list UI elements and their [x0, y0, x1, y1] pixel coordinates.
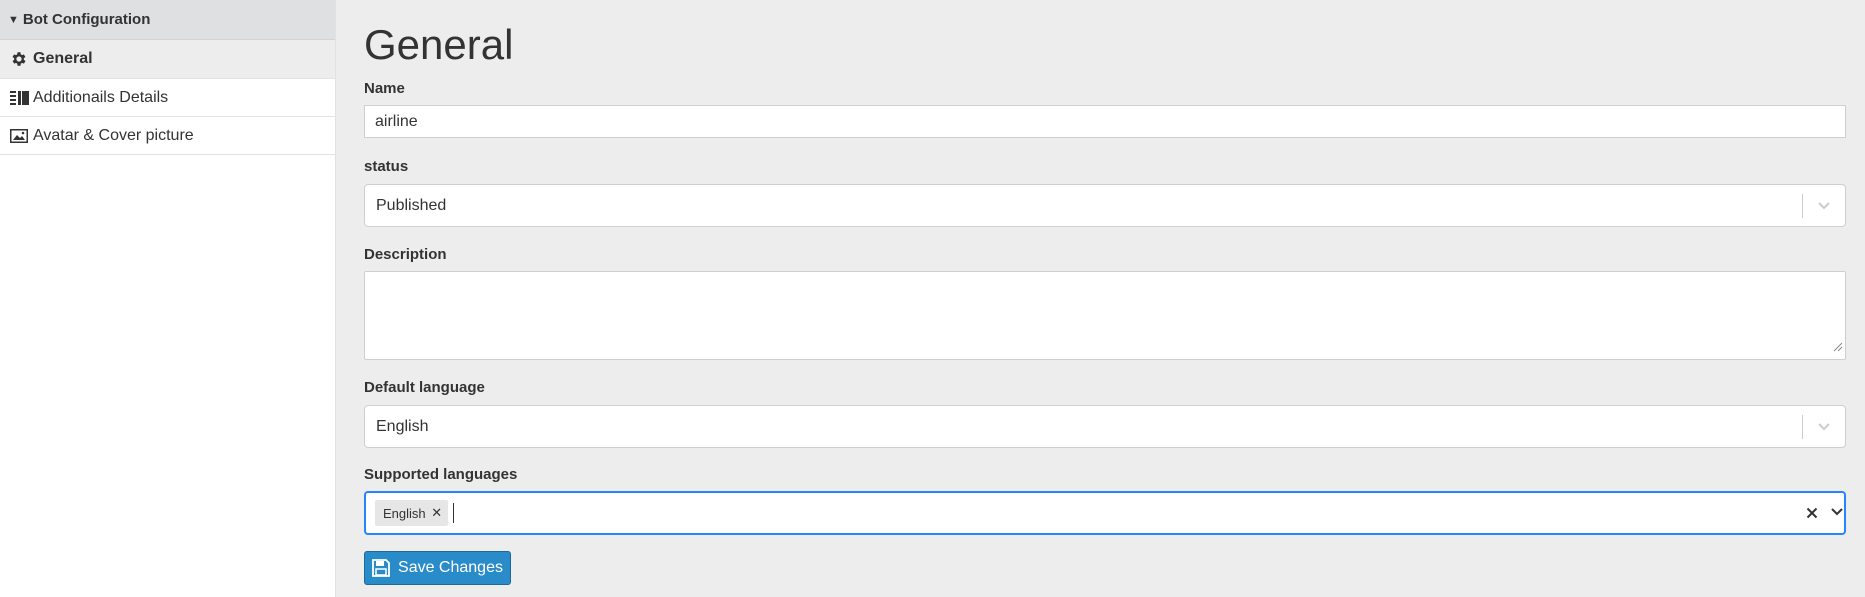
gear-icon [9, 49, 29, 69]
status-select[interactable]: Published [364, 184, 1846, 227]
remove-chip-icon[interactable]: ✕ [426, 505, 448, 521]
caret-down-icon: ▼ [8, 13, 19, 26]
chevron-down-icon[interactable] [1830, 504, 1844, 522]
name-label: Name [364, 80, 405, 97]
default-language-value: English [376, 417, 429, 435]
supported-languages-select[interactable]: English ✕ [364, 491, 1846, 535]
floppy-disk-icon [372, 559, 390, 577]
chip-label: English [383, 505, 426, 521]
text-cursor [452, 503, 454, 523]
status-label: status [364, 158, 409, 175]
columns-icon [9, 88, 29, 108]
sidebar-item-label: Avatar & Cover picture [33, 126, 194, 144]
default-language-label: Default language [364, 379, 485, 396]
sidebar-header-label: Bot Configuration [22, 11, 151, 28]
supported-languages-label: Supported languages [364, 466, 518, 483]
chevron-down-icon[interactable] [1803, 201, 1845, 211]
sidebar-item-additional-details[interactable]: Additionails Details [0, 79, 335, 117]
page-title: General [364, 21, 514, 68]
sidebar-header[interactable]: ▼ Bot Configuration [0, 0, 335, 40]
image-icon [9, 126, 29, 146]
description-textarea[interactable] [364, 271, 1846, 360]
sidebar-item-general[interactable]: General [0, 40, 335, 79]
sidebar-item-label: General [33, 50, 93, 67]
language-chip: English ✕ [375, 500, 448, 526]
status-value: Published [376, 196, 447, 214]
default-language-select[interactable]: English [364, 405, 1846, 448]
save-button-label: Save Changes [398, 559, 503, 576]
name-field[interactable] [364, 105, 1846, 138]
chevron-down-icon[interactable] [1803, 422, 1845, 432]
sidebar-item-avatar-cover[interactable]: Avatar & Cover picture [0, 117, 335, 155]
description-label: Description [364, 246, 447, 263]
sidebar: ▼ Bot Configuration General Additionails… [0, 0, 336, 597]
resize-handle-icon[interactable] [1833, 339, 1843, 357]
sidebar-item-label: Additionails Details [33, 88, 169, 106]
save-button[interactable]: Save Changes [364, 551, 511, 585]
clear-icon[interactable] [1794, 507, 1830, 519]
